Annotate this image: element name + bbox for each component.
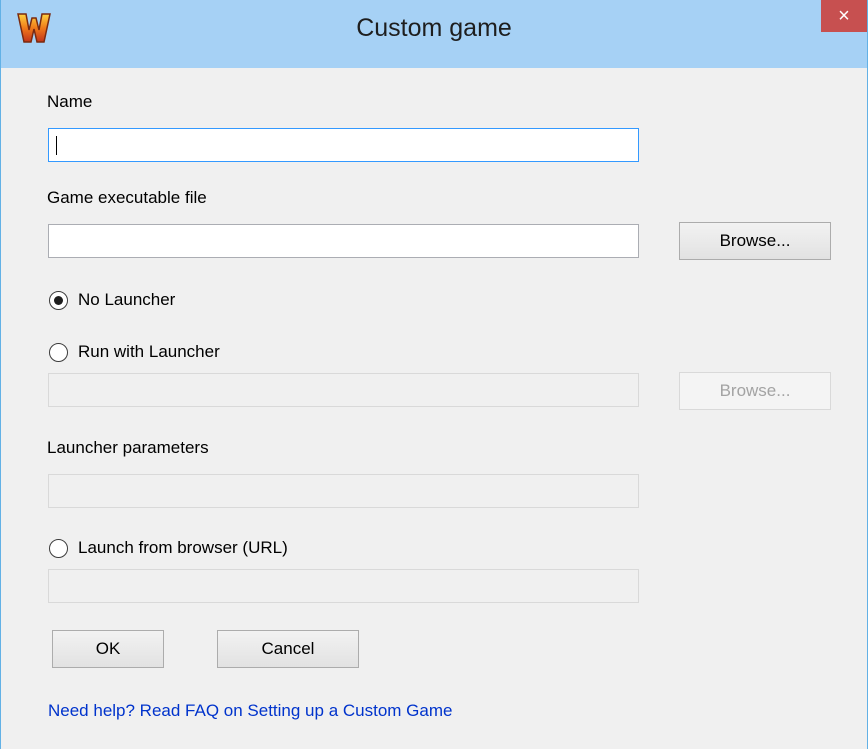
text-caret	[56, 136, 57, 155]
faq-help-link[interactable]: Need help? Read FAQ on Setting up a Cust…	[48, 701, 452, 721]
name-input[interactable]	[48, 128, 639, 162]
launcher-path-input[interactable]	[48, 373, 639, 407]
launch-from-browser-label: Launch from browser (URL)	[78, 538, 288, 557]
cancel-button[interactable]: Cancel	[217, 630, 359, 668]
run-with-launcher-radio[interactable]	[49, 342, 68, 362]
close-button[interactable]: ×	[821, 0, 867, 32]
launch-from-browser-option[interactable]: Launch from browser (URL)	[49, 538, 288, 558]
title-bar[interactable]: Custom game ×	[1, 0, 867, 68]
ok-button[interactable]: OK	[52, 630, 164, 668]
launch-from-browser-radio[interactable]	[49, 538, 68, 558]
custom-game-dialog: Custom game × Name Game executable file …	[0, 0, 868, 749]
window-title: Custom game	[356, 14, 512, 42]
run-with-launcher-label: Run with Launcher	[78, 342, 220, 361]
exe-label: Game executable file	[47, 188, 207, 207]
run-with-launcher-option[interactable]: Run with Launcher	[49, 342, 220, 362]
name-label: Name	[47, 92, 93, 111]
launcher-browse-button[interactable]: Browse...	[679, 372, 831, 410]
launcher-params-label: Launcher parameters	[47, 438, 209, 457]
exe-path-input[interactable]	[48, 224, 639, 258]
close-icon: ×	[838, 5, 850, 27]
dialog-body: Name Game executable file Browse... No L…	[1, 68, 867, 749]
launcher-params-input[interactable]	[48, 474, 639, 508]
no-launcher-option[interactable]: No Launcher	[49, 290, 175, 310]
no-launcher-radio[interactable]	[49, 290, 68, 310]
exe-browse-button[interactable]: Browse...	[679, 222, 831, 260]
no-launcher-label: No Launcher	[78, 290, 176, 309]
browser-url-input[interactable]	[48, 569, 639, 603]
